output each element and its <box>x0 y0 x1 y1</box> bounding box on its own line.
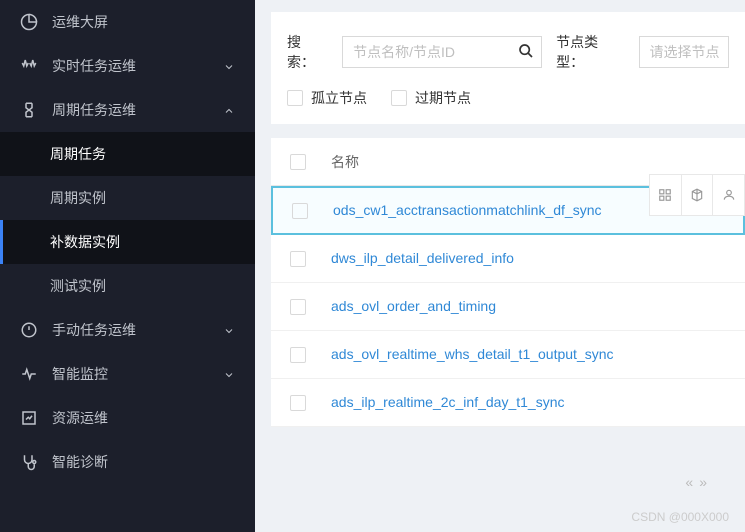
chart-icon <box>20 409 38 427</box>
isolated-checkbox[interactable]: 孤立节点 <box>287 88 367 108</box>
nav-label: 手动任务运维 <box>52 320 223 340</box>
nav-periodic-instance[interactable]: 周期实例 <box>0 176 255 220</box>
search-icon[interactable] <box>516 41 536 61</box>
wave-icon <box>20 57 38 75</box>
checkbox-label: 孤立节点 <box>311 88 367 108</box>
task-name-link[interactable]: dws_ilp_detail_delivered_info <box>325 248 745 269</box>
sidebar: 运维大屏 实时任务运维 周期任务运维 周期任务 周期实例 补数据实例 测试实例 … <box>0 0 255 532</box>
chevron-down-icon <box>223 324 235 336</box>
cycle-icon <box>20 101 38 119</box>
filter-panel: 搜索： 节点类型： 请选择节点 孤立节点 过期节点 <box>271 12 745 124</box>
cube-view-button[interactable] <box>682 175 714 215</box>
pulse-icon <box>20 365 38 383</box>
nav-label: 周期任务 <box>50 144 235 164</box>
search-label: 搜索： <box>287 32 328 72</box>
nav-dashboard[interactable]: 运维大屏 <box>0 0 255 44</box>
nav-label: 运维大屏 <box>52 12 235 32</box>
task-name-link[interactable]: ads_ovl_realtime_whs_detail_t1_output_sy… <box>325 344 745 365</box>
nav-data-patch[interactable]: 补数据实例 <box>0 220 255 264</box>
pie-icon <box>20 13 38 31</box>
column-name: 名称 <box>325 152 745 172</box>
nav-test-instance[interactable]: 测试实例 <box>0 264 255 308</box>
nav-realtime[interactable]: 实时任务运维 <box>0 44 255 88</box>
table-row[interactable]: ads_ovl_order_and_timing <box>271 283 745 331</box>
grid-view-button[interactable] <box>650 175 682 215</box>
nav-monitor[interactable]: 智能监控 <box>0 352 255 396</box>
nav-label: 智能监控 <box>52 364 223 384</box>
chevron-up-icon <box>223 104 235 116</box>
user-view-button[interactable] <box>713 175 744 215</box>
checkbox-icon <box>287 90 303 106</box>
type-label: 节点类型： <box>556 32 624 72</box>
chevron-down-icon <box>223 60 235 72</box>
nav-periodic[interactable]: 周期任务运维 <box>0 88 255 132</box>
chevron-down-icon <box>223 368 235 380</box>
row-checkbox[interactable] <box>292 203 308 219</box>
stethoscope-icon <box>20 453 38 471</box>
type-select[interactable]: 请选择节点 <box>639 36 729 68</box>
view-toolbar <box>649 174 745 216</box>
nav-periodic-task[interactable]: 周期任务 <box>0 132 255 176</box>
page-next[interactable]: » <box>699 474 707 490</box>
nav-label: 补数据实例 <box>50 232 235 252</box>
row-checkbox[interactable] <box>290 251 306 267</box>
search-input[interactable] <box>342 36 542 68</box>
page-prev[interactable]: « <box>685 474 693 490</box>
pager: « » <box>685 474 707 490</box>
nav-label: 智能诊断 <box>52 452 235 472</box>
nav-label: 周期实例 <box>50 188 235 208</box>
checkbox-label: 过期节点 <box>415 88 471 108</box>
checkbox-icon <box>391 90 407 106</box>
expired-checkbox[interactable]: 过期节点 <box>391 88 471 108</box>
table-row[interactable]: ads_ilp_realtime_2c_inf_day_t1_sync <box>271 379 745 427</box>
nav-manual[interactable]: 手动任务运维 <box>0 308 255 352</box>
row-checkbox[interactable] <box>290 347 306 363</box>
nav-label: 实时任务运维 <box>52 56 223 76</box>
row-checkbox[interactable] <box>290 395 306 411</box>
task-name-link[interactable]: ads_ilp_realtime_2c_inf_day_t1_sync <box>325 392 745 413</box>
nav-resource[interactable]: 资源运维 <box>0 396 255 440</box>
nav-label: 资源运维 <box>52 408 235 428</box>
table-row[interactable]: dws_ilp_detail_delivered_info <box>271 235 745 283</box>
task-name-link[interactable]: ads_ovl_order_and_timing <box>325 296 745 317</box>
nav-label: 测试实例 <box>50 276 235 296</box>
select-all-checkbox[interactable] <box>290 154 306 170</box>
watermark: CSDN @000X000 <box>631 510 729 524</box>
power-icon <box>20 321 38 339</box>
nav-diagnosis[interactable]: 智能诊断 <box>0 440 255 484</box>
table-row[interactable]: ads_ovl_realtime_whs_detail_t1_output_sy… <box>271 331 745 379</box>
nav-label: 周期任务运维 <box>52 100 223 120</box>
main-content: 搜索： 节点类型： 请选择节点 孤立节点 过期节点 名称 od <box>255 0 745 532</box>
row-checkbox[interactable] <box>290 299 306 315</box>
